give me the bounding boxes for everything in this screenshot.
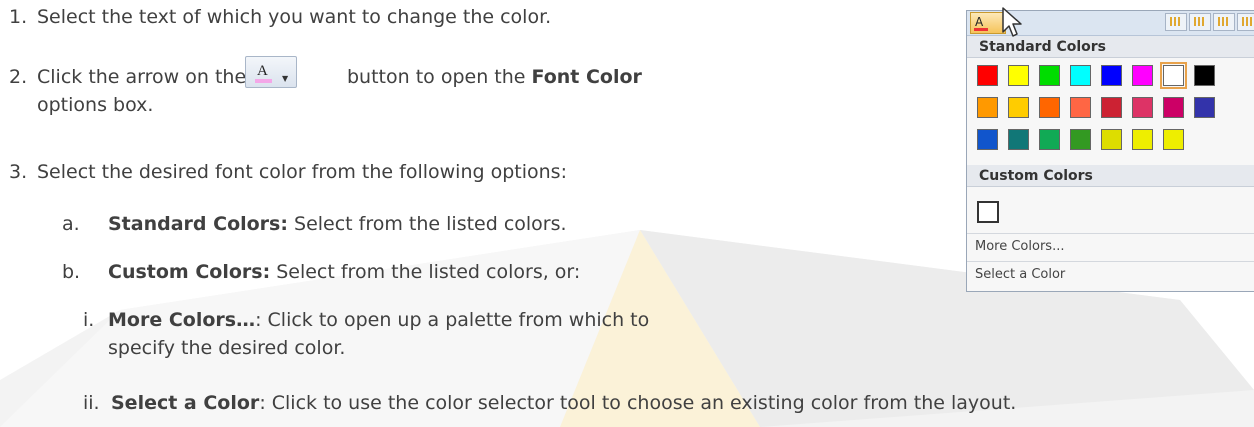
color-swatch[interactable] [1194,97,1215,118]
mouse-pointer-icon [1002,7,1022,37]
color-swatch[interactable] [1163,97,1184,118]
color-swatch[interactable] [1163,129,1184,150]
color-swatch[interactable] [1132,65,1153,86]
substep-i-continued: specify the desired color. [108,337,346,359]
align-tool-icon[interactable] [1165,13,1187,31]
step-2: 2. Click the arrow on the A ▼ button to … [9,56,642,89]
color-swatch[interactable] [977,97,998,118]
font-color-button[interactable]: A ▼ [245,56,297,88]
color-swatch[interactable] [1101,129,1122,150]
chevron-down-icon[interactable]: ▼ [282,67,288,91]
step-1: 1. Select the text of which you want to … [9,6,552,28]
color-swatch[interactable] [1039,65,1060,86]
color-swatch[interactable] [1101,97,1122,118]
color-swatch[interactable] [1194,65,1215,86]
color-swatch[interactable] [1070,129,1091,150]
color-swatch[interactable] [977,129,998,150]
color-swatch[interactable] [1039,129,1060,150]
align-tool-icon[interactable] [1189,13,1211,31]
step-3: 3. Select the desired font color from th… [9,161,567,183]
color-swatch[interactable] [1070,97,1091,118]
color-swatch[interactable] [1070,65,1091,86]
color-swatch[interactable] [1101,65,1122,86]
align-tool-icon[interactable] [1237,13,1254,31]
font-color-popup: A Standard Colors Custom Colors More Col… [966,10,1254,292]
align-tool-icon[interactable] [1213,13,1235,31]
custom-color-swatch[interactable] [977,201,999,223]
color-swatch[interactable] [1132,97,1153,118]
step-2-continued: options box. [37,94,154,116]
color-swatch[interactable] [1160,62,1187,89]
color-swatch[interactable] [1008,129,1029,150]
color-swatch[interactable] [1008,65,1029,86]
select-a-color-item[interactable]: Select a Color [975,267,1065,282]
color-swatch[interactable] [977,65,998,86]
substep-ii: ii. Select a Color: Click to use the col… [83,392,1017,414]
color-swatch[interactable] [1039,97,1060,118]
more-colors-item[interactable]: More Colors... [975,239,1064,254]
custom-colors-header: Custom Colors [967,165,1254,187]
color-swatch[interactable] [1008,97,1029,118]
color-swatch[interactable] [1132,129,1153,150]
substep-b: b. Custom Colors: Select from the listed… [62,261,581,283]
substep-a: a. Standard Colors: Select from the list… [62,213,567,235]
substep-i: i. More Colors…: Click to open up a pale… [83,309,650,331]
